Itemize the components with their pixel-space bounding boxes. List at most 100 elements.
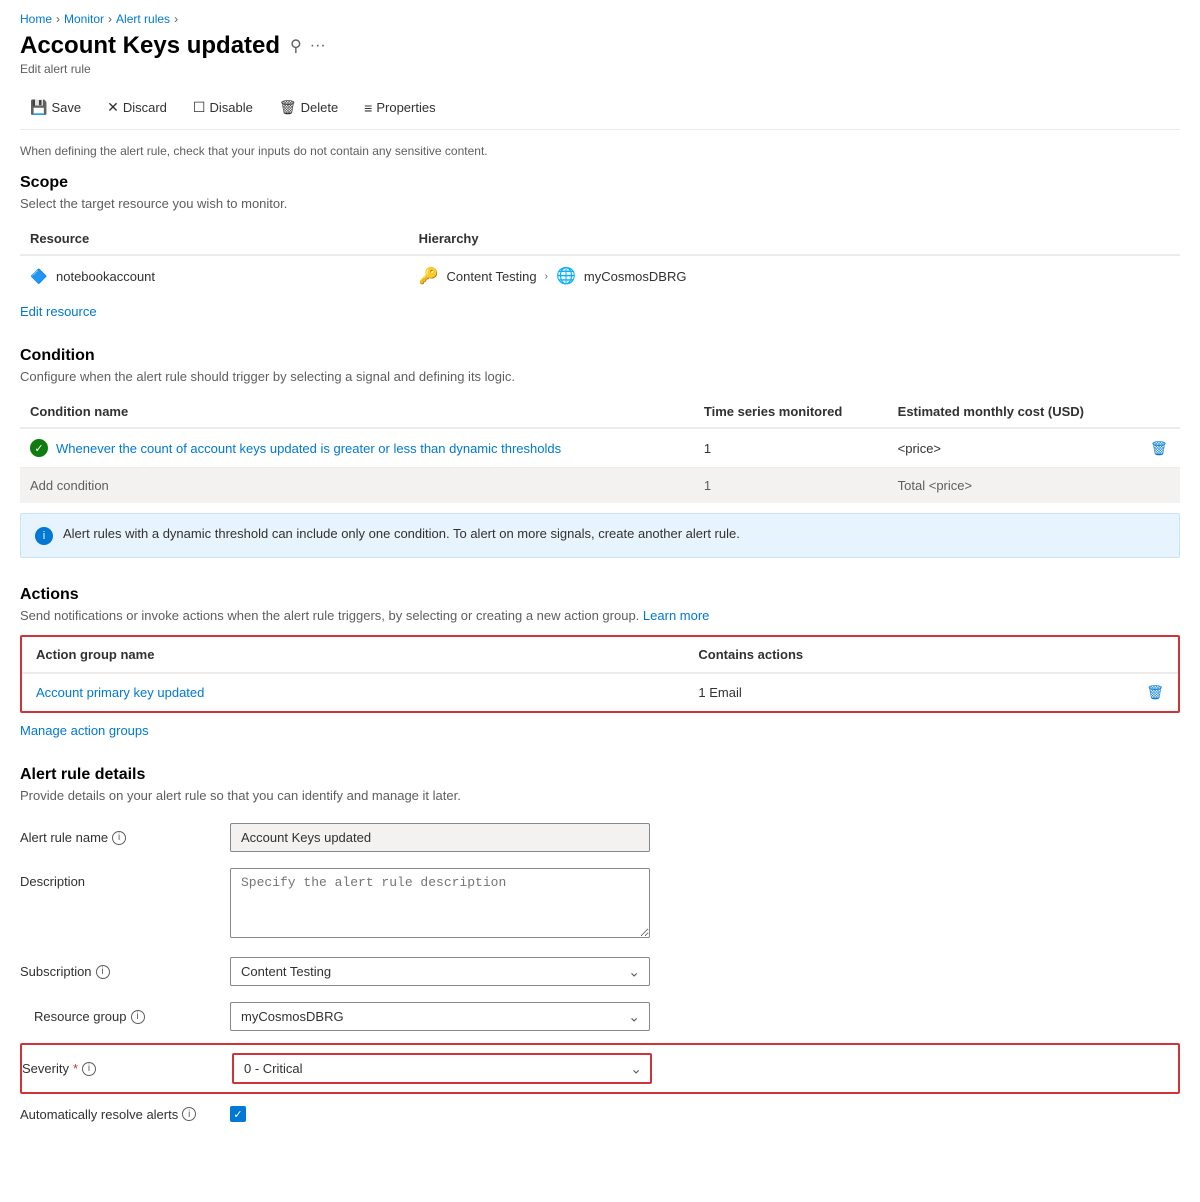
delete-condition-icon[interactable]: 🗑: [1150, 440, 1168, 456]
cond-col-time: Time series monitored: [694, 396, 888, 428]
form-row-auto-resolve: Automatically resolve alerts i: [20, 1094, 1180, 1134]
condition-table: Condition name Time series monitored Est…: [20, 396, 1180, 503]
scope-desc: Select the target resource you wish to m…: [20, 196, 1180, 211]
info-icon: i: [35, 527, 53, 545]
breadcrumb-monitor[interactable]: Monitor: [64, 12, 104, 26]
manage-action-groups-link[interactable]: Manage action groups: [20, 723, 149, 738]
actions-table-wrapper: Action group name Contains actions Accou…: [20, 635, 1180, 713]
info-circle-subscription[interactable]: i: [96, 965, 110, 979]
condition-time-series: 1: [694, 428, 888, 468]
form-label-auto-resolve: Automatically resolve alerts i: [20, 1107, 220, 1122]
scope-title: Scope: [20, 174, 1180, 192]
toolbar: 💾 Save ✕ Discard ☐ Disable 🗑 Delete ≡ Pr…: [20, 86, 1180, 130]
disable-icon: ☐: [193, 99, 206, 116]
alert-rule-details-desc: Provide details on your alert rule so th…: [20, 788, 1180, 803]
add-condition-row[interactable]: Add condition 1 Total <price>: [20, 468, 1180, 504]
condition-name-cell: ✓ Whenever the count of account keys upd…: [20, 428, 694, 468]
page-title-row: Account Keys updated ⚲ ···: [20, 32, 1180, 60]
breadcrumb: Home › Monitor › Alert rules ›: [20, 12, 1180, 26]
alert-rule-name-input[interactable]: [230, 823, 650, 852]
scope-resource-name: notebookaccount: [56, 269, 155, 284]
subscription-select[interactable]: Content Testing: [230, 957, 650, 986]
title-icons: ⚲ ···: [290, 36, 326, 56]
table-row: ✓ Whenever the count of account keys upd…: [20, 428, 1180, 468]
delete-action-icon[interactable]: 🗑: [1146, 684, 1164, 700]
form-label-rg: Resource group i: [34, 1009, 220, 1024]
add-condition-total: Total <price>: [888, 468, 1140, 504]
actions-title: Actions: [20, 586, 1180, 604]
form-label-description: Description: [20, 868, 220, 889]
edit-resource-link[interactable]: Edit resource: [20, 304, 97, 319]
properties-button[interactable]: ≡ Properties: [354, 95, 445, 121]
condition-info-banner: i Alert rules with a dynamic threshold c…: [20, 513, 1180, 558]
alert-rule-details-section: Alert rule details Provide details on yo…: [20, 766, 1180, 1134]
actions-col-contains: Contains actions: [684, 637, 1132, 673]
discard-icon: ✕: [107, 99, 119, 116]
info-circle-rg[interactable]: i: [131, 1010, 145, 1024]
action-delete[interactable]: 🗑: [1132, 673, 1178, 711]
actions-table: Action group name Contains actions Accou…: [22, 637, 1178, 711]
actions-col-delete: [1132, 637, 1178, 673]
rg-select[interactable]: myCosmosDBRG: [230, 1002, 650, 1031]
rg-name: myCosmosDBRG: [584, 269, 687, 284]
form-label-subscription: Subscription i: [20, 964, 220, 979]
form-value-subscription: Content Testing: [220, 957, 650, 986]
breadcrumb-alert-rules[interactable]: Alert rules: [116, 12, 170, 26]
form-row-resource-group: Resource group i myCosmosDBRG: [20, 994, 1180, 1039]
scope-section: Scope Select the target resource you wis…: [20, 174, 1180, 319]
form-row-subscription: Subscription i Content Testing: [20, 949, 1180, 994]
alert-rule-details-title: Alert rule details: [20, 766, 1180, 784]
delete-icon: 🗑: [279, 99, 297, 116]
resource-icon: 🔷: [30, 267, 48, 285]
disable-button[interactable]: ☐ Disable: [183, 94, 263, 121]
condition-desc: Configure when the alert rule should tri…: [20, 369, 1180, 384]
info-text: Alert rules with a dynamic threshold can…: [63, 526, 740, 541]
form-row-name: Alert rule name i: [20, 815, 1180, 860]
actions-section: Actions Send notifications or invoke act…: [20, 586, 1180, 738]
action-group-link[interactable]: Account primary key updated: [36, 685, 204, 700]
action-group-name: Account primary key updated: [22, 673, 684, 711]
check-icon: ✓: [30, 439, 48, 457]
scope-table: Resource Hierarchy 🔷 notebookaccount 🔑: [20, 223, 1180, 296]
cond-col-cost: Estimated monthly cost (USD): [888, 396, 1140, 428]
form-value-description: [220, 868, 650, 941]
condition-link[interactable]: Whenever the count of account keys updat…: [56, 441, 561, 456]
breadcrumb-home[interactable]: Home: [20, 12, 52, 26]
form-label-name: Alert rule name i: [20, 830, 220, 845]
action-group-contains: 1 Email: [684, 673, 1132, 711]
form-value-auto-resolve: [220, 1106, 246, 1122]
form-value-name: [220, 823, 650, 852]
delete-button[interactable]: 🗑 Delete: [269, 94, 348, 121]
form-container: Alert rule name i Description Su: [20, 815, 1180, 1134]
rg-icon: 🌐: [556, 266, 576, 286]
discard-button[interactable]: ✕ Discard: [97, 94, 177, 121]
subscription-name: Content Testing: [447, 269, 537, 284]
save-button[interactable]: 💾 Save: [20, 94, 91, 121]
condition-section: Condition Configure when the alert rule …: [20, 347, 1180, 558]
form-row-description: Description: [20, 860, 1180, 949]
info-circle-name[interactable]: i: [112, 831, 126, 845]
page-subtitle: Edit alert rule: [20, 62, 1180, 76]
cond-col-name: Condition name: [20, 396, 694, 428]
pin-icon[interactable]: ⚲: [290, 36, 302, 56]
cond-col-action: [1140, 396, 1180, 428]
condition-cost: <price>: [888, 428, 1140, 468]
condition-delete[interactable]: 🗑: [1140, 428, 1180, 468]
hierarchy-chevron: ›: [545, 271, 548, 282]
page-title: Account Keys updated: [20, 32, 280, 60]
description-textarea[interactable]: [230, 868, 650, 938]
actions-desc: Send notifications or invoke actions whe…: [20, 608, 1180, 623]
subscription-select-wrapper: Content Testing: [230, 957, 650, 986]
learn-more-link[interactable]: Learn more: [643, 608, 709, 623]
info-circle-auto-resolve[interactable]: i: [182, 1107, 196, 1121]
table-row: 🔷 notebookaccount 🔑 Content Testing › 🌐 …: [20, 255, 1180, 296]
properties-icon: ≡: [364, 100, 372, 116]
more-icon[interactable]: ···: [310, 37, 326, 55]
auto-resolve-checkbox[interactable]: [230, 1106, 246, 1122]
scope-col-resource: Resource: [20, 223, 409, 255]
add-condition-label[interactable]: Add condition: [20, 468, 694, 504]
scope-resource-cell: 🔷 notebookaccount: [20, 255, 409, 296]
form-value-rg: myCosmosDBRG: [220, 1002, 650, 1031]
rg-select-wrapper: myCosmosDBRG: [230, 1002, 650, 1031]
add-condition-series: 1: [694, 468, 888, 504]
